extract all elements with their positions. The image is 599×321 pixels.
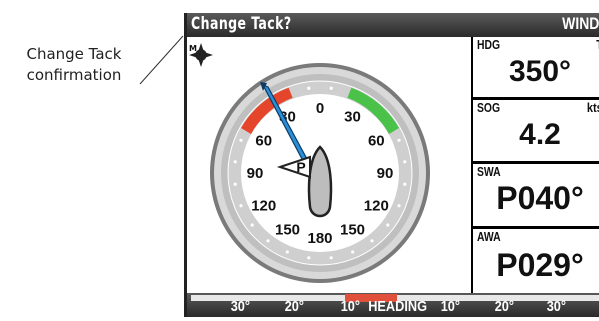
gauge-tick-dot [397, 204, 401, 208]
gauge-angle-label: 120 [251, 198, 276, 215]
device-screen: Change Tack? WIND M 0 30 60 90 120 150 180 150 1… [184, 13, 599, 317]
gauge-angle-label: 30 [344, 109, 361, 126]
gauge-angle-label: 0 [316, 100, 324, 117]
gauge-angle-label: 120 [364, 198, 389, 215]
sog-unit: kts [587, 100, 599, 115]
gauge-angle-label: 60 [368, 133, 385, 150]
wind-gauge: M 0306090120150180150120906030 P [189, 43, 430, 283]
sog-label: SOG [477, 100, 501, 115]
gauge-tick-dot [397, 138, 401, 142]
gauge-angle-label: 180 [307, 230, 332, 247]
heading-label: HEADING [368, 298, 427, 315]
gauge-tick-dot [239, 204, 243, 208]
sog-field[interactable]: SOG kts 4.2 [473, 100, 599, 161]
awa-value: P029° [496, 247, 584, 283]
heading-tick-label: 20° [494, 298, 514, 315]
heading-tick-label: 20° [284, 298, 304, 315]
gauge-tick-dot [403, 160, 407, 164]
heading-tick-label: 30° [546, 298, 566, 315]
gauge-tick-dot [285, 250, 289, 254]
data-fields: HDG T 350° SOG kts 4.2 SWA P040° AWA P02… [471, 37, 599, 293]
gauge-tick-dot [307, 256, 311, 260]
heading-tick-label: 10° [340, 298, 360, 315]
gauge-angle-label: 150 [340, 221, 365, 238]
gauge-angle-label: 90 [247, 165, 264, 182]
north-up-compass-icon[interactable]: M [189, 43, 213, 67]
gauge-tick-dot [250, 223, 254, 227]
gauge-tick-dot [329, 256, 333, 260]
gauge-tick-dot [266, 239, 270, 243]
gauge-tick-dot [307, 86, 311, 90]
heading-tick-label: 10° [440, 298, 460, 315]
hdg-label: HDG [477, 37, 501, 52]
gauge-tick-dot [239, 138, 243, 142]
sog-value: 4.2 [519, 118, 561, 151]
gauge-tick-dot [351, 250, 355, 254]
awa-label: AWA [477, 229, 501, 244]
gauge-tick-dot [370, 239, 374, 243]
gauge-tick-dot [386, 223, 390, 227]
callout-line-2: confirmation [26, 66, 122, 84]
gauge-tick-dot [329, 86, 333, 90]
gauge-angle-label: 150 [275, 221, 300, 238]
callout-line-1: Change Tack [26, 45, 122, 63]
svg-text:P: P [296, 159, 305, 175]
hdg-field[interactable]: HDG T 350° [473, 37, 599, 97]
awa-field[interactable]: AWA P029° [473, 229, 599, 293]
hdg-value: 350° [508, 55, 572, 88]
svg-text:M: M [189, 44, 197, 53]
heading-tick-label: 30° [230, 298, 250, 315]
wind-gauge-pane: M 0 30 60 90 120 150 180 150 120 90 60 30 [187, 37, 469, 293]
swa-label: SWA [477, 164, 501, 179]
change-tack-prompt[interactable]: Change Tack? [191, 14, 292, 34]
gauge-tick-dot [233, 160, 237, 164]
gauge-angle-label: 60 [255, 133, 272, 150]
swa-field[interactable]: SWA P040° [473, 164, 599, 226]
title-bar: Change Tack? WIND [187, 13, 599, 37]
gauge-angle-label: 90 [377, 165, 394, 182]
callout-label: Change Tack confirmation [4, 44, 144, 86]
swa-value: P040° [496, 180, 584, 216]
heading-bar: 30° 20° 10° HEADING 10° 20° 30° [187, 293, 599, 317]
mode-label: WIND [561, 14, 599, 33]
gauge-tick-dot [233, 182, 237, 186]
gauge-tick-dot [403, 182, 407, 186]
